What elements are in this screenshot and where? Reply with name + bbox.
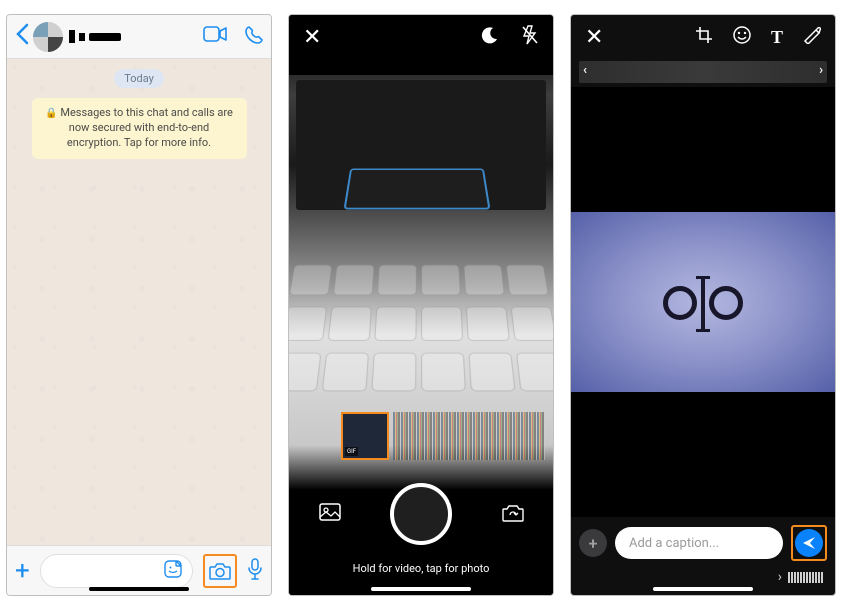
gallery-icon[interactable] [319, 503, 341, 525]
draw-icon[interactable] [803, 26, 821, 48]
home-indicator[interactable] [653, 587, 753, 591]
message-input[interactable] [40, 554, 193, 588]
encryption-text: Messages to this chat and calls are now … [60, 106, 232, 149]
emoji-icon[interactable] [733, 26, 751, 48]
close-icon[interactable]: ✕ [303, 25, 321, 50]
camera-button[interactable] [203, 554, 237, 588]
voice-call-icon[interactable] [245, 26, 263, 48]
caption-bar: + Add a caption... [571, 517, 835, 569]
flash-off-icon[interactable] [521, 25, 539, 49]
switch-camera-icon[interactable] [501, 503, 523, 525]
media-preview[interactable] [571, 87, 835, 517]
caption-input[interactable]: Add a caption... [615, 527, 783, 559]
video-call-icon[interactable] [203, 26, 227, 48]
sticker-icon[interactable] [164, 560, 182, 582]
text-icon[interactable]: T [771, 27, 783, 48]
recipient-row[interactable]: › [571, 569, 835, 595]
crop-icon[interactable] [695, 26, 713, 48]
caption-placeholder: Add a caption... [629, 536, 719, 551]
shutter-button[interactable] [390, 483, 452, 545]
contact-avatar[interactable] [33, 22, 63, 52]
chat-screen: Today 🔒 Messages to this chat and calls … [6, 14, 272, 596]
lock-icon: 🔒 [45, 108, 57, 119]
home-indicator[interactable] [89, 587, 189, 591]
date-badge: Today [114, 69, 164, 88]
media-editor-screen: ✕ T + Add a caption... [570, 14, 836, 596]
camera-hint: Hold for video, tap for photo [289, 562, 553, 575]
home-indicator[interactable] [371, 587, 471, 591]
camera-roll-strip[interactable] [393, 412, 545, 460]
back-icon[interactable] [15, 22, 29, 52]
night-mode-icon[interactable] [481, 26, 499, 48]
encryption-notice[interactable]: 🔒 Messages to this chat and calls are no… [32, 98, 247, 159]
contact-name[interactable] [69, 30, 203, 43]
send-button[interactable] [791, 525, 827, 561]
chat-header [7, 15, 271, 59]
send-icon [802, 536, 816, 550]
editor-toolbar: ✕ T [571, 15, 835, 59]
add-media-button[interactable]: + [579, 529, 607, 557]
mic-icon[interactable] [247, 558, 263, 584]
chat-body[interactable]: Today 🔒 Messages to this chat and calls … [7, 59, 271, 545]
attach-icon[interactable]: + [15, 556, 30, 586]
gif-thumbnail[interactable] [341, 412, 389, 460]
recipient-name-redacted [788, 572, 823, 583]
camera-screen: ✕ Hold for video, tap for photo [288, 14, 554, 596]
chevron-right-icon: › [778, 569, 782, 585]
close-icon[interactable]: ✕ [585, 25, 603, 50]
video-scrubber[interactable] [579, 61, 827, 83]
